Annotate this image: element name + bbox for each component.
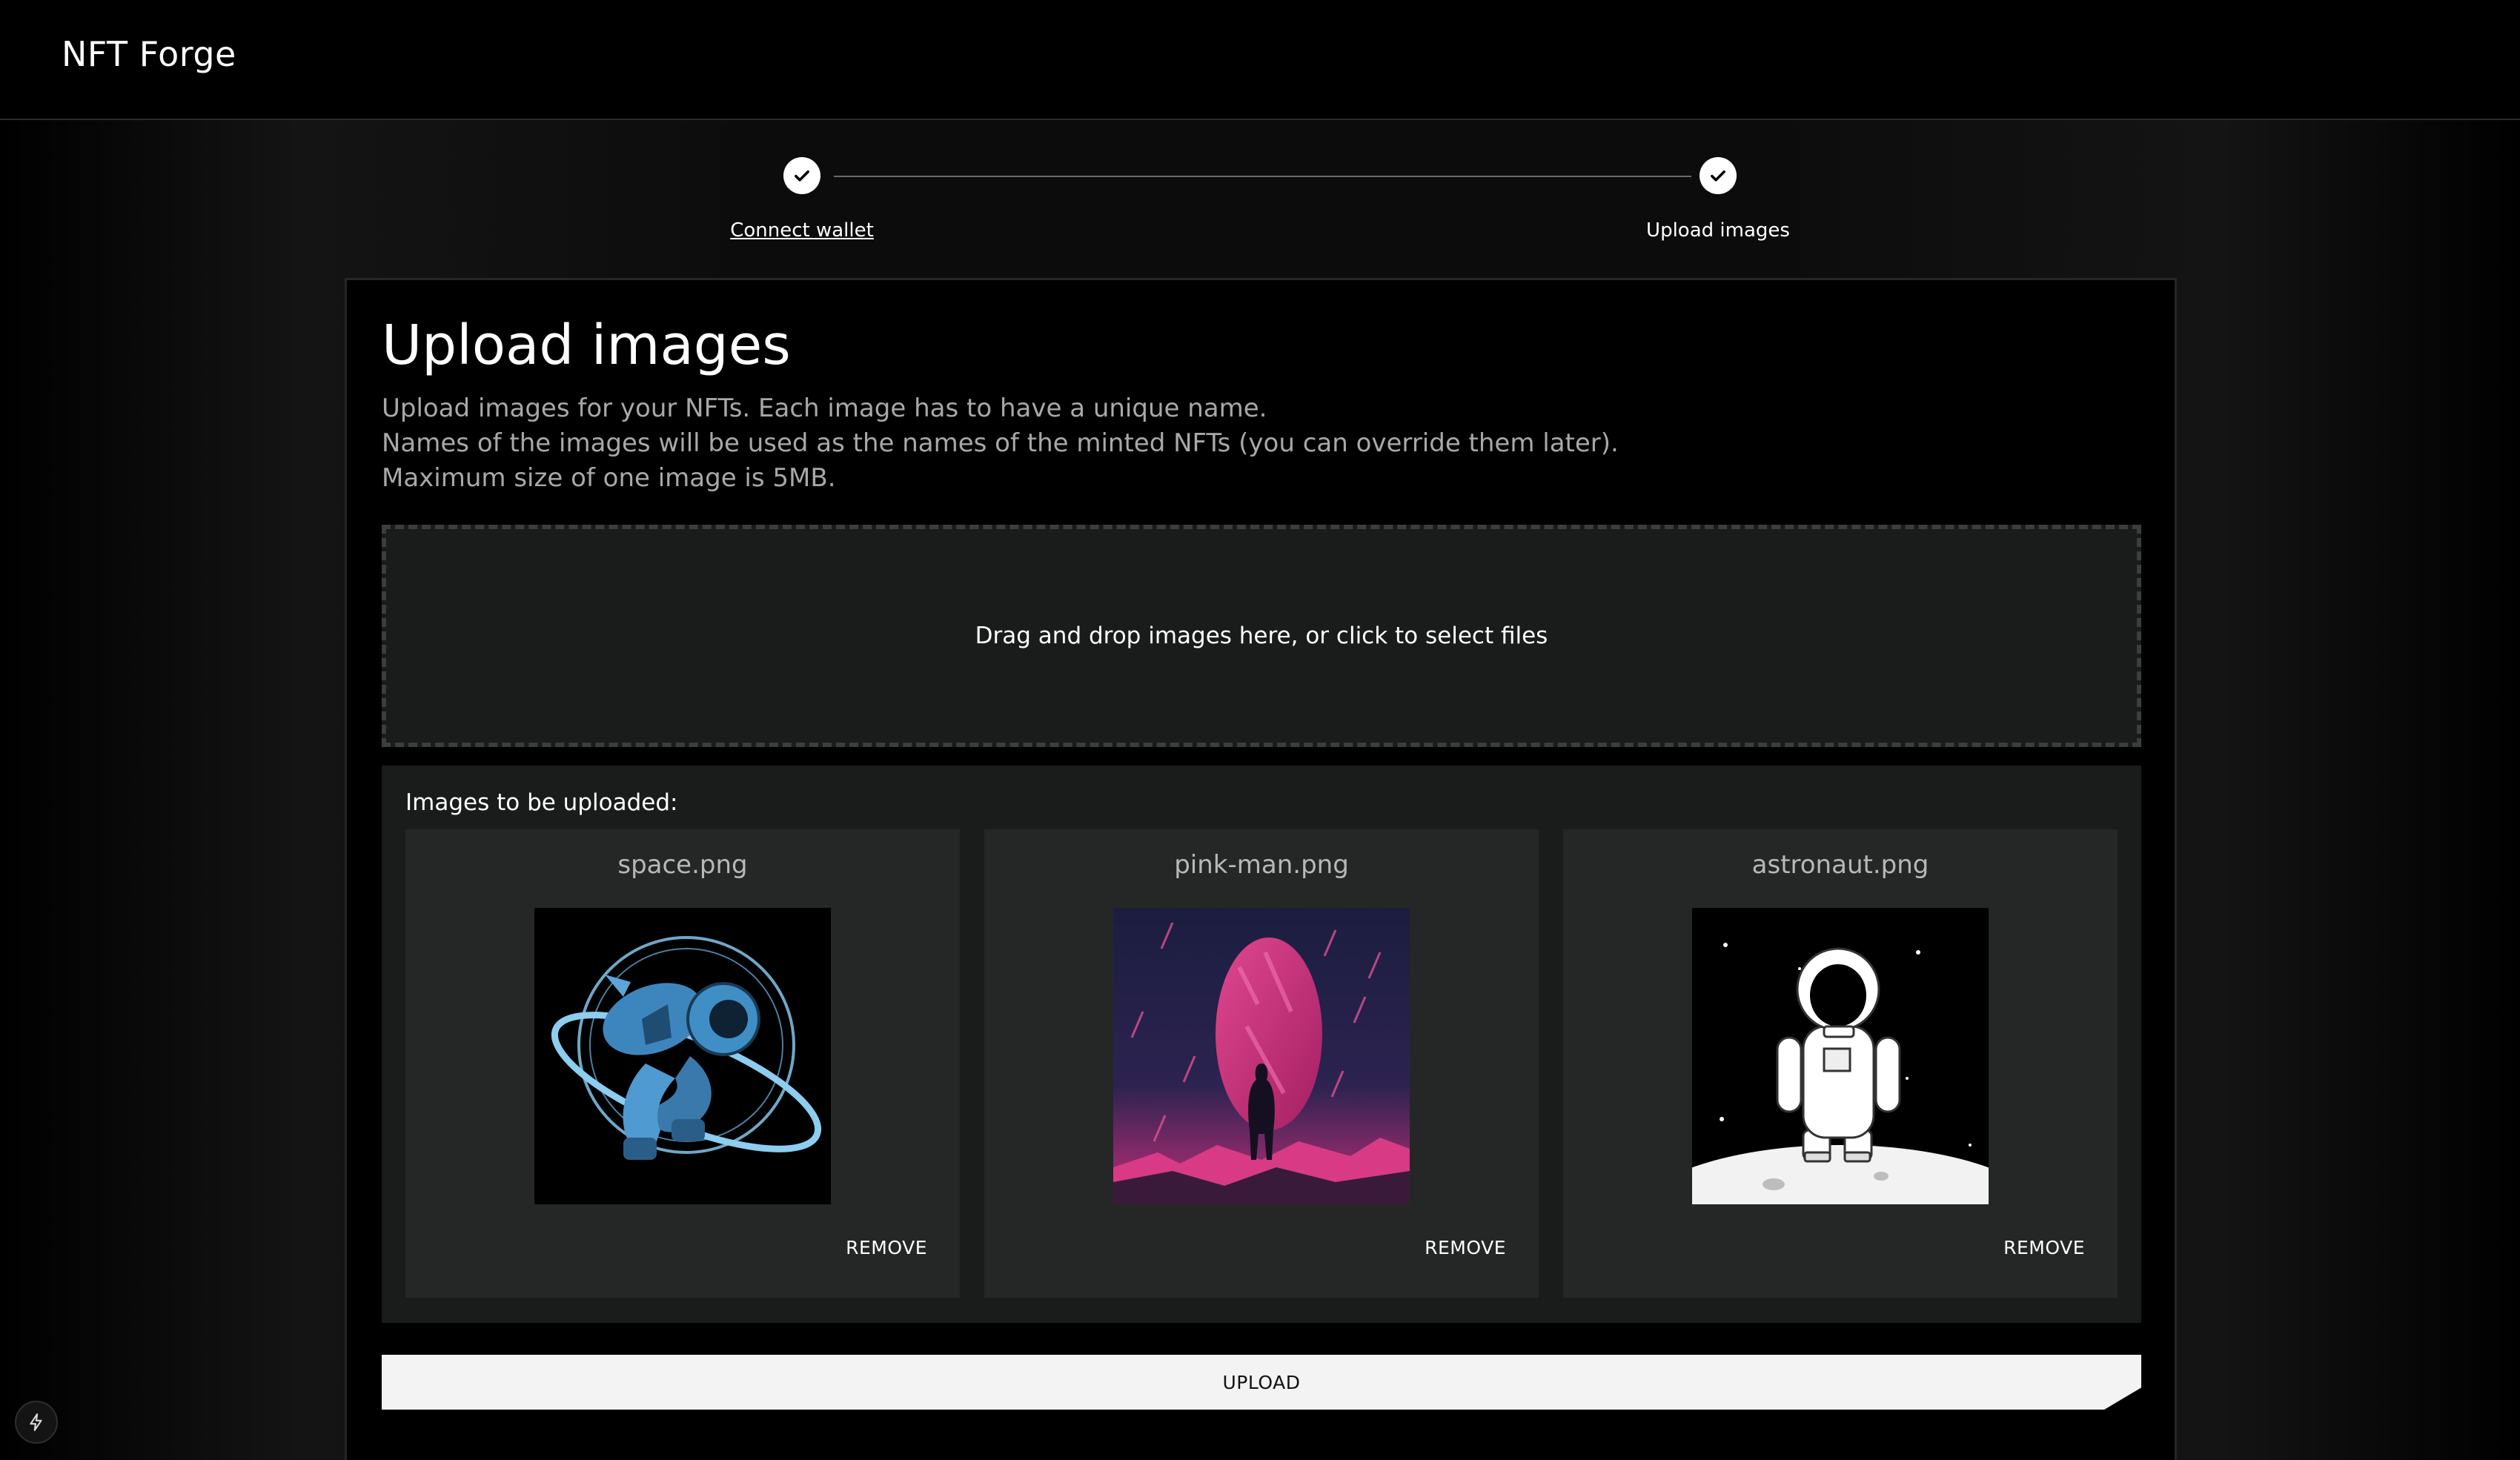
file-dropzone[interactable]: Drag and drop images here, or click to s… [382,525,2141,747]
stepper-connector [834,176,1691,177]
image-preview [1692,908,1989,1204]
step-upload-images: Upload images [1646,219,1790,242]
image-filename: pink-man.png [1174,850,1349,880]
image-filename: space.png [617,850,748,880]
app-title[interactable]: NFT Forge [62,34,236,74]
images-to-upload: Images to be uploaded: space.png REMOVE … [382,766,2141,1323]
image-preview [1113,908,1410,1204]
upload-button[interactable]: UPLOAD [382,1355,2141,1410]
images-heading: Images to be uploaded: [405,789,678,816]
top-header: NFT Forge [0,0,2520,120]
image-card: pink-man.png REMOVE [984,829,1539,1298]
upload-panel: Upload images Upload images for your NFT… [345,278,2177,1460]
page-title: Upload images [382,313,791,377]
check-icon [1700,157,1737,194]
bolt-icon[interactable] [15,1401,58,1444]
remove-button[interactable]: REMOVE [2003,1237,2085,1258]
image-preview [534,908,831,1204]
image-card: astronaut.png REMOVE [1563,829,2118,1298]
description-line: Upload images for your NFTs. Each image … [382,394,1267,423]
dropzone-text: Drag and drop images here, or click to s… [975,623,1548,649]
check-icon [783,157,820,194]
image-filename: astronaut.png [1751,850,1929,880]
description-line: Maximum size of one image is 5MB. [382,463,836,493]
description-line: Names of the images will be used as the … [382,428,1619,458]
page-description: Upload images for your NFTs. Each image … [382,391,1619,496]
progress-stepper: Connect wallet Upload images [0,148,2520,252]
remove-button[interactable]: REMOVE [1425,1237,1506,1258]
image-card: space.png REMOVE [405,829,960,1298]
step-connect-wallet[interactable]: Connect wallet [730,219,874,242]
remove-button[interactable]: REMOVE [846,1237,927,1258]
